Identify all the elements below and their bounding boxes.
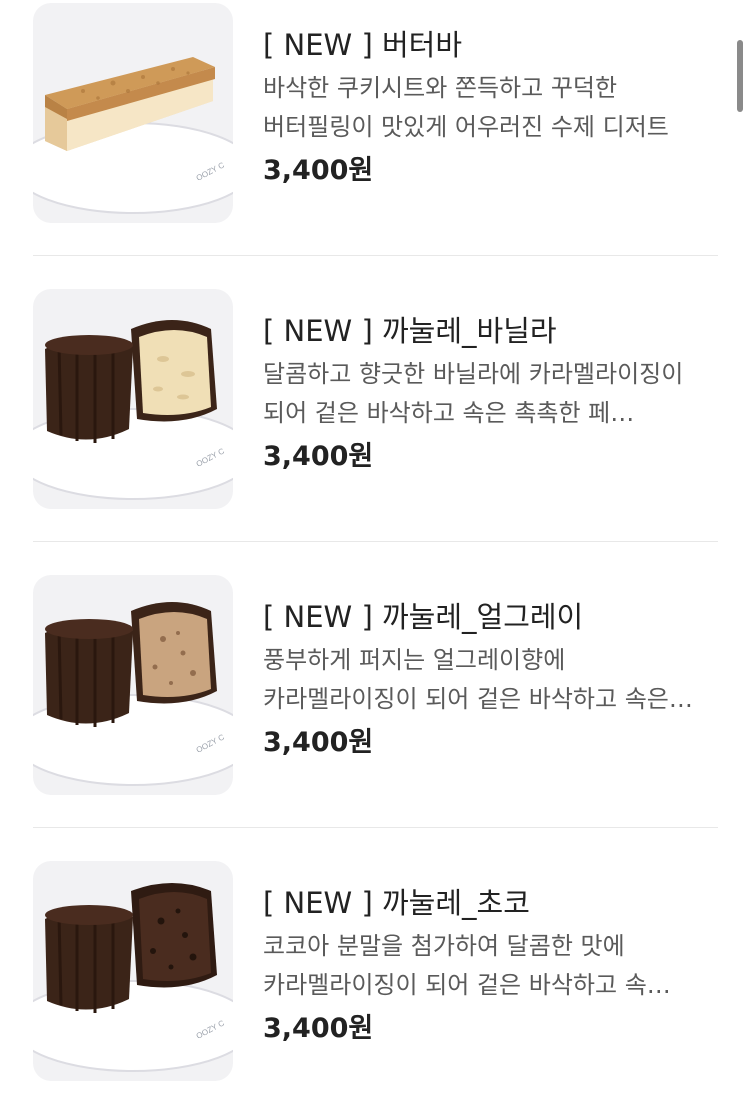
butter-bar-image[interactable]: OOZY C — [33, 3, 233, 223]
item-title[interactable]: [ NEW ] 까눌레_바닐라 — [263, 311, 718, 351]
item-description: 풍부하게 퍼지는 얼그레이향에 카라멜라이징이 되어 겉은 바삭하고 속은 촉촉… — [263, 646, 669, 713]
divider — [33, 255, 718, 256]
item-price: 3,400원 — [263, 727, 374, 758]
item-description: 바삭한 쿠키시트와 쫀득하고 꾸덕한 버터필링이 맛있게 어우러진 수제 디저트 — [263, 74, 669, 141]
item-description: 코코아 분말을 첨가하여 달콤한 맛에 카라멜라이징이 되어 겉은 바삭하고 속… — [263, 932, 671, 999]
divider — [33, 541, 718, 542]
item-title[interactable]: [ NEW ] 까눌레_얼그레이 — [263, 597, 718, 637]
menu-item[interactable]: OOZY C [ NEW ] 버터바 바삭한 쿠키시트와 쫀득하고 꾸덕한 버터… — [33, 3, 718, 225]
canele-vanilla-image[interactable]: OOZY C — [33, 289, 233, 509]
item-price: 3,400원 — [263, 155, 374, 186]
menu-item[interactable]: OOZY C [ NEW ] 까눌레_얼그레이 풍부하게 퍼지는 얼그레이향에 … — [33, 575, 718, 797]
item-title[interactable]: [ NEW ] 버터바 — [263, 25, 718, 65]
menu-item[interactable]: OOZY C [ NEW ] 까눌레_초코 코코아 분말을 첨가하여 달콤한 맛… — [33, 861, 718, 1083]
item-price: 3,400원 — [263, 1013, 374, 1044]
item-description: 달콤하고 향긋한 바닐라에 카라멜라이징이 되어 겉은 바삭하고 속은 촉촉한 … — [263, 360, 684, 427]
canele-choco-image[interactable]: OOZY C — [33, 861, 233, 1081]
divider — [33, 827, 718, 828]
scrollbar[interactable] — [737, 40, 743, 112]
canele-earlgrey-image[interactable]: OOZY C — [33, 575, 233, 795]
menu-item[interactable]: OOZY C [ NEW ] 까눌레_바닐라 달콤하고 향긋한 바닐라에 카라멜… — [33, 289, 718, 511]
item-price: 3,400원 — [263, 441, 374, 472]
item-title[interactable]: [ NEW ] 까눌레_초코 — [263, 883, 718, 923]
